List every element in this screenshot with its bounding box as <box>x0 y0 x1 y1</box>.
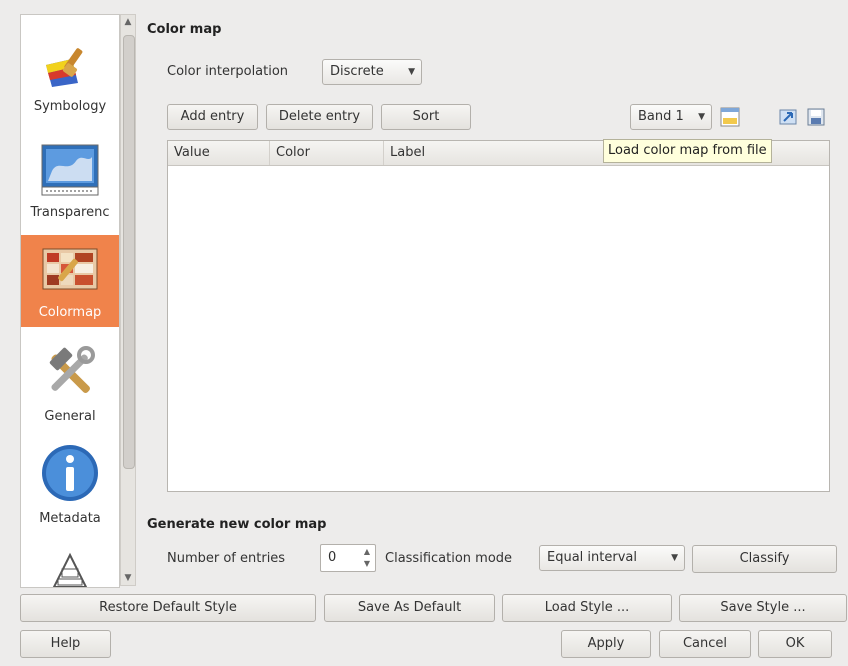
spinbox-value: 0 <box>328 550 337 565</box>
scroll-down-icon[interactable]: ▼ <box>121 571 135 585</box>
sidebar-item-label: Colormap <box>38 305 102 320</box>
info-icon <box>21 443 119 507</box>
column-header-value[interactable]: Value <box>168 141 270 165</box>
ok-button[interactable]: OK <box>758 630 832 658</box>
combo-value: Equal interval <box>547 550 637 565</box>
classify-button[interactable]: Classify <box>692 545 837 573</box>
sidebar-item-label: General <box>44 409 96 424</box>
combo-value: Band 1 <box>638 109 684 124</box>
sidebar-scrollbar[interactable]: ▲ ▼ <box>120 14 136 586</box>
sidebar-item-label: Symbology <box>33 99 107 114</box>
chevron-down-icon: ▼ <box>698 112 705 122</box>
generate-section-title: Generate new color map <box>147 517 327 532</box>
sidebar-item-label: Transparenc <box>30 205 110 220</box>
sidebar-item-colormap[interactable]: Colormap <box>21 235 119 327</box>
column-header-color[interactable]: Color <box>270 141 384 165</box>
combo-value: Discrete <box>330 64 384 79</box>
cancel-button[interactable]: Cancel <box>659 630 751 658</box>
color-interpolation-combo[interactable]: Discrete ▼ <box>322 59 422 85</box>
sidebar-list[interactable]: Symbology Transparenc Colormap General M… <box>20 14 120 588</box>
sidebar-item-transparency[interactable]: Transparenc <box>21 143 119 235</box>
colormap-icon <box>21 247 119 295</box>
save-file-icon[interactable] <box>806 107 826 127</box>
tooltip: Load color map from file <box>603 139 772 163</box>
sidebar-item-pyramids[interactable] <box>21 551 119 587</box>
transparency-icon <box>21 143 119 201</box>
load-style-button[interactable]: Load Style ... <box>502 594 672 622</box>
hammer-wrench-icon <box>21 345 119 405</box>
load-from-band-icon[interactable] <box>719 106 741 128</box>
color-interpolation-label: Color interpolation <box>167 64 289 79</box>
sidebar-item-general[interactable]: General <box>21 345 119 435</box>
colormap-section-title: Color map <box>147 22 222 37</box>
pyramids-icon <box>21 551 119 587</box>
number-of-entries-spinbox[interactable]: 0 ▲ ▼ <box>320 544 376 572</box>
band-combo[interactable]: Band 1 ▼ <box>630 104 712 130</box>
delete-entry-button[interactable]: Delete entry <box>266 104 373 130</box>
help-button[interactable]: Help <box>20 630 111 658</box>
sidebar-item-metadata[interactable]: Metadata <box>21 443 119 533</box>
save-as-default-button[interactable]: Save As Default <box>324 594 495 622</box>
chevron-down-icon: ▼ <box>408 67 415 77</box>
restore-default-style-button[interactable]: Restore Default Style <box>20 594 316 622</box>
spin-down-icon[interactable]: ▼ <box>361 558 373 570</box>
save-style-button[interactable]: Save Style ... <box>679 594 847 622</box>
number-of-entries-label: Number of entries <box>167 551 286 566</box>
classification-mode-label: Classification mode <box>385 551 513 566</box>
load-file-icon[interactable] <box>778 107 798 127</box>
scrollbar-thumb[interactable] <box>123 35 135 469</box>
spin-up-icon[interactable]: ▲ <box>361 546 373 558</box>
scroll-up-icon[interactable]: ▲ <box>121 15 135 29</box>
sidebar-item-symbology[interactable]: Symbology <box>21 43 119 139</box>
sidebar-item-label: Metadata <box>39 511 101 526</box>
chevron-down-icon: ▼ <box>671 553 678 563</box>
paintbrush-icon <box>21 43 119 95</box>
colormap-table[interactable]: Value Color Label <box>167 140 830 492</box>
sort-button[interactable]: Sort <box>381 104 471 130</box>
classification-mode-combo[interactable]: Equal interval ▼ <box>539 545 685 571</box>
apply-button[interactable]: Apply <box>561 630 651 658</box>
add-entry-button[interactable]: Add entry <box>167 104 258 130</box>
